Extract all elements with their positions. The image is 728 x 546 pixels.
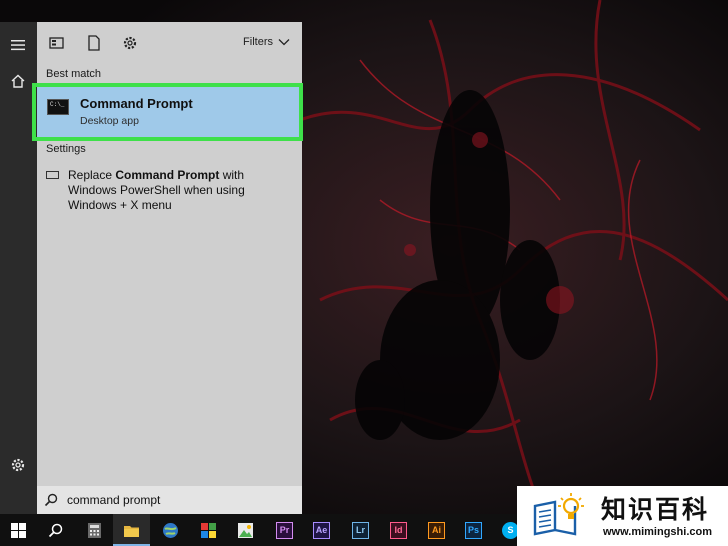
taskbar-after-effects[interactable]: Ae (303, 514, 340, 546)
taskbar-premiere[interactable]: Pr (266, 514, 303, 546)
search-box[interactable]: command prompt (37, 486, 302, 514)
search-icon (48, 523, 63, 538)
taskbar-illustrator[interactable]: Ai (418, 514, 455, 546)
settings-filter-icon[interactable] (120, 34, 140, 52)
settings-result-text: Replace Command Prompt with Windows Powe… (68, 168, 296, 213)
chevron-down-icon (278, 39, 290, 46)
calculator-icon (88, 523, 101, 538)
home-icon[interactable] (9, 72, 27, 90)
windows-icon (11, 523, 26, 538)
photoshop-label: Ps (467, 525, 479, 535)
browser-icon (163, 523, 178, 538)
illustrator-label: Ai (432, 525, 441, 535)
panel-header: Filters (37, 22, 302, 64)
start-button[interactable] (0, 514, 37, 546)
filters-dropdown[interactable]: Filters (243, 36, 290, 48)
watermark-title: 知识百科 (601, 495, 710, 524)
book-lightbulb-logo-icon (533, 493, 584, 536)
settings-gear-icon[interactable] (9, 456, 27, 474)
indesign-label: Id (394, 525, 403, 535)
taskbar-lightroom[interactable]: Lr (342, 514, 379, 546)
taskbar-browser[interactable] (152, 514, 189, 546)
settings-result-item[interactable]: Replace Command Prompt with Windows Powe… (37, 166, 302, 212)
best-match-heading: Best match (46, 68, 102, 80)
taskbar-calculator[interactable] (76, 514, 113, 546)
apps-filter-icon[interactable] (47, 34, 67, 52)
taskbar-store[interactable] (190, 514, 227, 546)
watermark: 知识百科 www.mimingshi.com (517, 486, 728, 546)
watermark-url: www.mimingshi.com (603, 526, 712, 538)
photo-app-icon (238, 523, 253, 538)
documents-filter-icon[interactable] (84, 34, 104, 52)
settings-text-part1: Replace (68, 168, 116, 182)
hamburger-menu-icon[interactable] (9, 36, 27, 54)
search-input[interactable]: command prompt (67, 493, 160, 507)
search-icon (44, 493, 58, 507)
taskbar-search-button[interactable] (37, 514, 74, 546)
filters-label: Filters (243, 36, 273, 48)
after-effects-label: Ae (315, 525, 328, 535)
lightroom-label: Lr (356, 525, 365, 535)
taskbar-photoshop[interactable]: Ps (455, 514, 492, 546)
file-explorer-icon (124, 526, 139, 537)
taskbar-file-explorer[interactable] (113, 514, 150, 546)
premiere-label: Pr (279, 525, 290, 535)
taskbar-photo-app[interactable] (227, 514, 264, 546)
best-match-highlight-box (32, 83, 303, 141)
display-settings-icon (46, 171, 59, 179)
store-icon (201, 523, 216, 538)
settings-text-bold: Command Prompt (115, 168, 220, 182)
taskbar-indesign[interactable]: Id (380, 514, 417, 546)
settings-heading: Settings (46, 143, 86, 155)
